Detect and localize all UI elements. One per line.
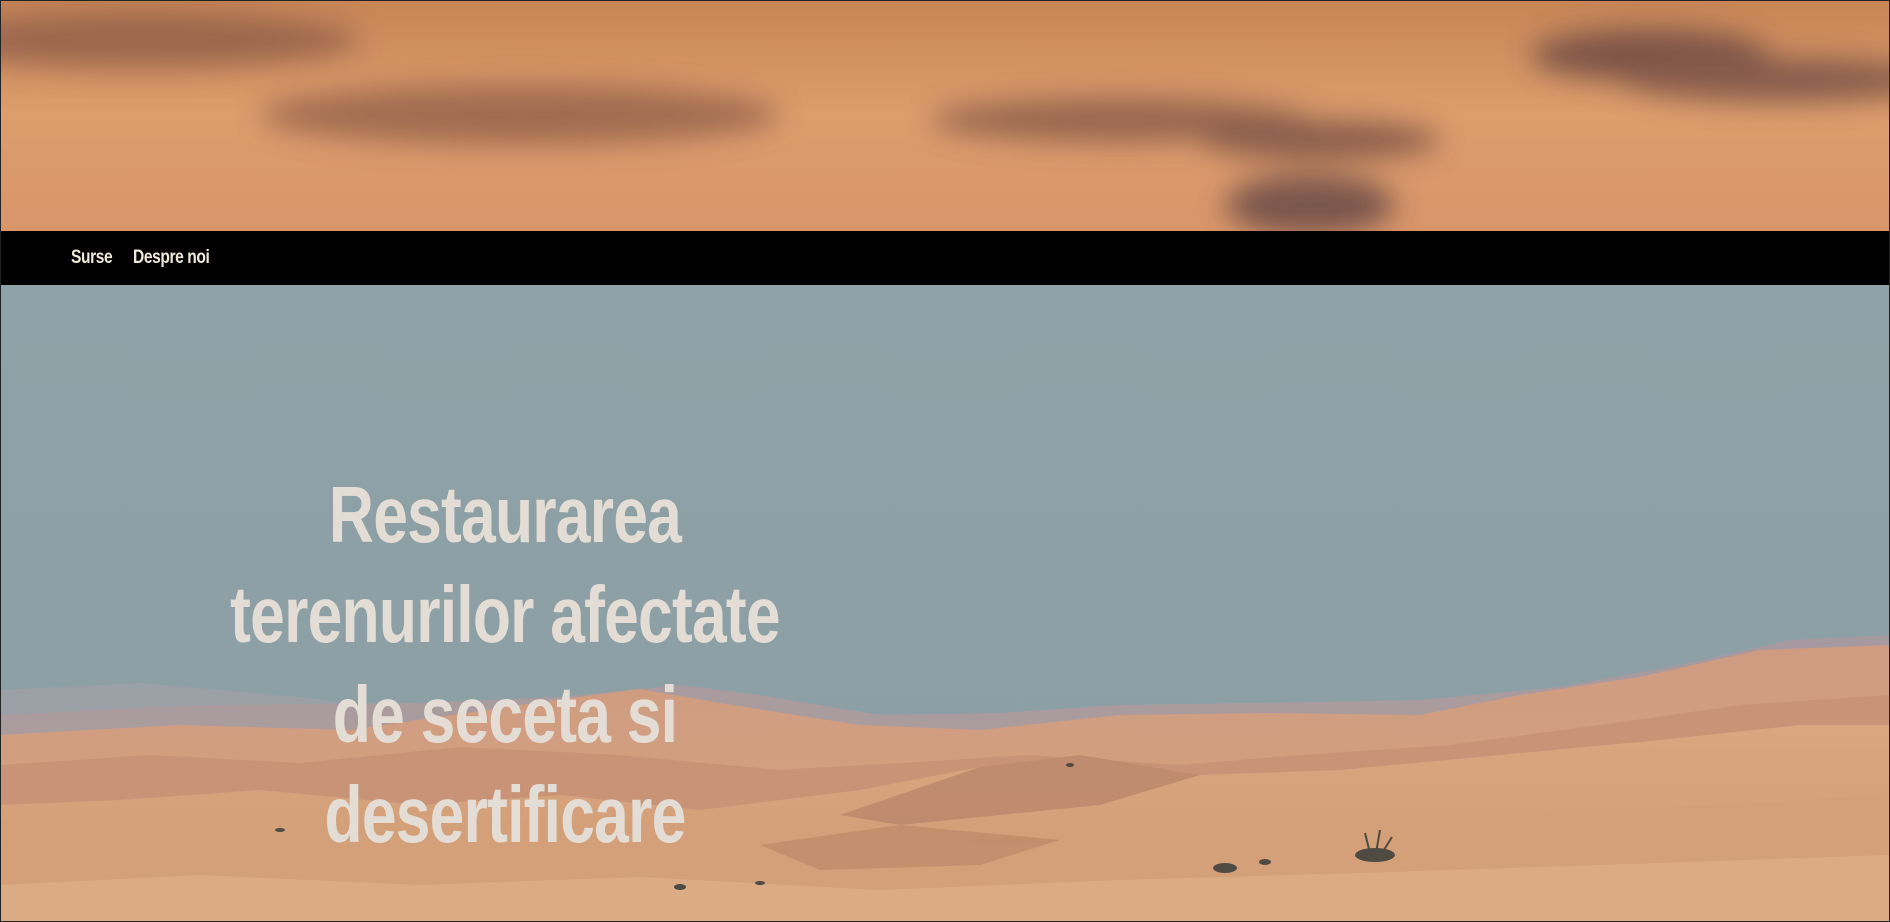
hero-title: Restaurarea terenurilor afectate de sece… bbox=[230, 470, 780, 859]
nav-link-despre-noi[interactable]: Despre noi bbox=[133, 247, 210, 269]
main-navigation: Surse Despre noi bbox=[0, 231, 1890, 285]
sunset-clouds-graphic bbox=[0, 0, 1890, 231]
nav-link-surse[interactable]: Surse bbox=[71, 247, 113, 269]
sunset-banner-image bbox=[0, 0, 1890, 231]
hero-section: Restaurarea terenurilor afectate de sece… bbox=[0, 285, 1890, 922]
page: Surse Despre noi Restaurarea terenurilor… bbox=[0, 0, 1890, 922]
